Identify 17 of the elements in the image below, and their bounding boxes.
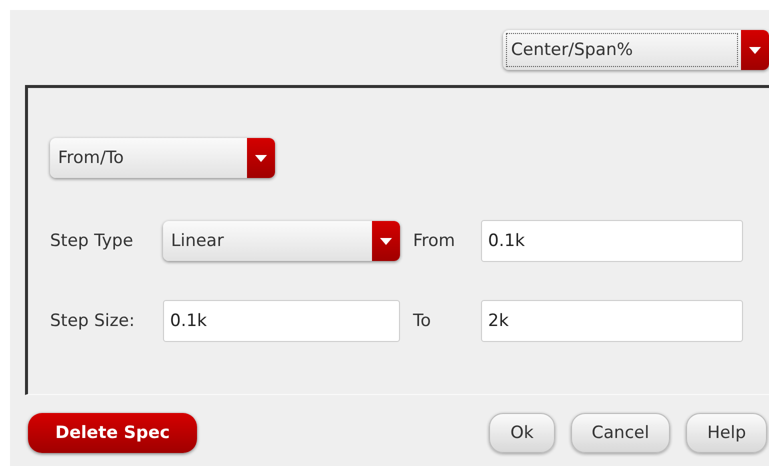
field-label: From [412,231,456,251]
dropdown[interactable]: Center/Span% [503,30,769,70]
field-label: To [412,311,432,331]
dropdown[interactable]: From/To [50,138,275,178]
caret-icon [380,238,392,244]
input-field[interactable]: 2k [481,300,743,342]
delete-button[interactable]: Delete Spec [28,413,197,453]
input-field[interactable]: 0.1k [163,300,400,342]
caret-icon [749,46,761,54]
dialog-button[interactable]: Ok [489,413,555,453]
caret-icon [255,154,267,162]
dialog-button[interactable]: Help [686,413,767,453]
input-field[interactable]: 0.1k [481,220,743,262]
field-label: Step Type [50,231,134,251]
dropdown[interactable]: Linear [163,221,400,261]
dialog-button[interactable]: Cancel [570,413,670,453]
field-label: Step Size: [50,311,136,331]
